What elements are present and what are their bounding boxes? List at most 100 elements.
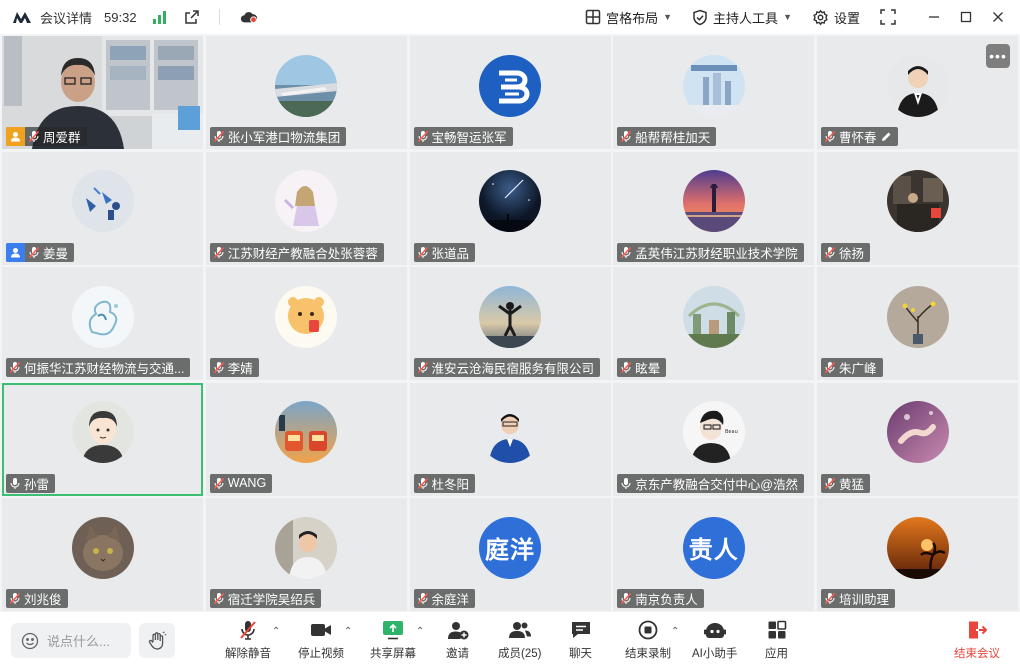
grid-layout-icon — [585, 9, 601, 25]
participant-name: 孙雷 — [24, 477, 50, 492]
fullscreen-button[interactable] — [874, 3, 902, 31]
unmute-label: 解除静音 — [225, 648, 271, 660]
grid-layout-button[interactable]: 宫格布局 ▼ — [575, 0, 682, 34]
participant-tile[interactable]: 宿迁学院吴绍兵 — [205, 498, 407, 611]
chat-bubble-icon — [571, 622, 590, 638]
meeting-info-link[interactable]: 会议详情 — [40, 8, 92, 27]
participant-name: 船帮帮桂加天 — [635, 131, 711, 145]
popout-window-icon[interactable] — [183, 8, 201, 26]
stop-video-label: 停止视频 — [298, 648, 344, 660]
participant-name: 李婧 — [227, 362, 253, 376]
ai-robot-icon — [703, 623, 726, 638]
participant-avatar — [275, 170, 338, 232]
participant-name: 杜冬阳 — [431, 477, 470, 492]
participant-tile[interactable]: 孟英伟江苏财经职业技术学院 — [613, 151, 815, 265]
participant-tile[interactable]: 培训助理 — [817, 498, 1018, 611]
participant-tile[interactable]: 孙雷 — [2, 382, 203, 496]
participant-tile[interactable]: 何振华江苏财经物流与交通... — [2, 267, 203, 380]
settings-button[interactable]: 设置 — [802, 0, 870, 34]
participant-avatar — [886, 516, 949, 579]
mic-status — [821, 127, 839, 146]
host-tools-button[interactable]: 主持人工具 ▼ — [682, 0, 802, 34]
participant-name: 曹怀春 — [839, 131, 877, 145]
mic-muted-icon — [621, 361, 632, 374]
signal-strength-icon[interactable] — [151, 8, 169, 26]
participant-tile[interactable]: 李婧 — [205, 267, 407, 380]
mic-muted-icon — [28, 130, 40, 143]
maximize-button[interactable] — [952, 3, 980, 31]
mic-status — [617, 243, 635, 262]
invite-button[interactable]: 邀请 — [446, 618, 469, 661]
minimize-button[interactable] — [920, 3, 948, 31]
participant-name: 淮安云沧海民宿服务有限公司 — [431, 362, 595, 376]
mic-muted-icon — [621, 130, 632, 143]
members-button[interactable]: 成员(25) — [498, 618, 541, 661]
participant-tile[interactable]: 责人 南京负责人 — [613, 498, 815, 611]
participant-tile[interactable]: 周爱群 — [2, 36, 203, 149]
chat-button[interactable]: 聊天 — [569, 618, 592, 661]
participant-tile[interactable]: 眩晕 — [613, 267, 815, 380]
participant-tile[interactable]: 朱广峰 — [817, 267, 1018, 380]
unmute-button[interactable]: 解除静音 — [225, 618, 271, 661]
cloud-record-icon[interactable] — [240, 8, 258, 26]
cohost-badge-icon — [6, 242, 25, 262]
ai-assistant-button[interactable]: AI小助手 — [692, 618, 737, 661]
participant-tile[interactable]: 宝畅智运张军 — [409, 36, 611, 149]
participant-name-bar: 周爱群 — [6, 127, 87, 146]
apps-button[interactable]: 应用 — [765, 618, 788, 661]
participant-tile[interactable]: 庭洋 余庭洋 — [409, 498, 611, 611]
participant-tile[interactable]: Beau 京东产教融合交付中心@浩然 — [613, 382, 815, 496]
app-logo-icon — [13, 12, 31, 23]
participant-tile[interactable]: 曹怀春 ••• — [817, 36, 1018, 149]
mic-muted-icon — [621, 246, 632, 258]
participant-tile[interactable]: 淮安云沧海民宿服务有限公司 — [409, 267, 611, 380]
mic-status — [6, 589, 24, 608]
svg-text:Beau: Beau — [725, 429, 738, 435]
end-meeting-label: 结束会议 — [954, 648, 1000, 660]
participant-tile[interactable]: 黄猛 — [817, 382, 1018, 496]
mic-status — [414, 243, 432, 262]
video-options-chevron-icon[interactable]: ⌃ — [344, 626, 352, 637]
share-options-chevron-icon[interactable]: ⌃ — [416, 626, 424, 637]
participant-avatar — [886, 401, 949, 463]
participant-tile[interactable]: 徐扬 — [817, 151, 1018, 265]
mic-muted-icon — [824, 246, 836, 258]
participant-tile[interactable]: 杜冬阳 — [409, 382, 611, 496]
participant-name-bar: 京东产教融合交付中心@浩然 — [617, 473, 804, 493]
share-screen-label: 共享屏幕 — [370, 648, 416, 660]
stop-video-button[interactable]: 停止视频 — [298, 618, 344, 661]
participant-name: 南京负责人 — [635, 593, 698, 607]
participant-tile[interactable]: 张小军港口物流集团 — [205, 36, 407, 149]
close-button[interactable] — [984, 3, 1012, 31]
participant-name: 徐扬 — [839, 246, 865, 261]
participant-name-bar: 宿迁学院吴绍兵 — [209, 589, 322, 608]
end-recording-button[interactable]: 结束录制 — [625, 618, 671, 661]
participant-name-bar: WANG — [209, 473, 273, 493]
mic-muted-icon — [9, 361, 21, 374]
audio-options-chevron-icon[interactable]: ⌃ — [272, 626, 280, 637]
add-person-icon — [447, 622, 468, 640]
mic-icon — [10, 477, 20, 489]
mic-muted-icon — [824, 592, 836, 605]
more-options-button[interactable]: ••• — [986, 44, 1010, 68]
mic-status — [210, 243, 228, 262]
recording-options-chevron-icon[interactable]: ⌃ — [671, 626, 679, 637]
participant-tile[interactable]: 船帮帮桂加天 — [613, 36, 815, 149]
mic-muted-icon — [240, 621, 256, 640]
mic-status — [821, 243, 839, 262]
quick-chat-input[interactable]: 说点什么... — [11, 623, 131, 658]
end-meeting-button[interactable]: 结束会议 — [954, 618, 1000, 661]
mic-muted-icon — [824, 361, 836, 374]
mic-status — [617, 127, 635, 146]
mic-muted-icon — [417, 246, 428, 258]
participant-name-bar: 宝畅智运张军 — [413, 127, 513, 146]
participant-avatar — [886, 170, 949, 232]
raise-hand-button[interactable] — [139, 623, 175, 658]
participant-tile[interactable]: WANG — [205, 382, 407, 496]
participant-tile[interactable]: 张道品 — [409, 151, 611, 265]
participant-tile[interactable]: 姜曼 — [2, 151, 203, 265]
mic-status — [6, 358, 24, 377]
participant-tile[interactable]: 江苏财经产教融合处张蓉蓉 — [205, 151, 407, 265]
participant-tile[interactable]: 刘兆俊 — [2, 498, 203, 611]
share-screen-button[interactable]: 共享屏幕 — [370, 618, 416, 661]
